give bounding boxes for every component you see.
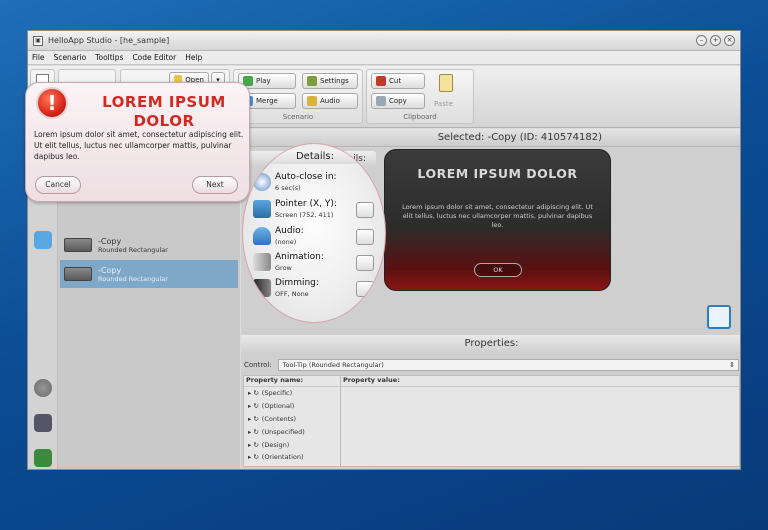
minimize-button[interactable]: – — [696, 35, 707, 46]
ribbon-group-clipboard: Cut Copy Paste Clipboard — [366, 69, 474, 124]
window-title: HelloApp Studio - [he_sample] — [48, 36, 170, 45]
list-item-title: -Copy — [98, 236, 122, 246]
property-row[interactable]: ▸ ↻ (Contents) — [244, 413, 340, 426]
pointer-row: Pointer (X, Y): Screen (752, 411) — [253, 198, 383, 224]
property-grid: Property name: Property value: ▸ ↻ (Speci… — [243, 375, 740, 467]
list-item-subtitle: Rounded Rectangular — [98, 274, 168, 283]
dimming-icon — [253, 279, 271, 297]
clipboard-group-label: Clipboard — [403, 113, 437, 121]
control-select[interactable]: Tool-Tip (Rounded Rectangular) ⇕ — [277, 358, 739, 371]
preview-ok-button[interactable]: OK — [474, 263, 522, 277]
cancel-button[interactable]: Cancel — [35, 176, 81, 194]
music-note-icon — [253, 227, 271, 245]
tooltip-thumbnail — [64, 267, 92, 281]
list-item-title: -Copy — [98, 265, 122, 275]
close-button[interactable]: × — [724, 35, 735, 46]
expand-icon: ▸ ↻ — [248, 402, 259, 411]
pointer-icon — [253, 200, 271, 218]
copy-icon — [376, 96, 386, 106]
menu-tooltips[interactable]: Tooltips — [95, 53, 123, 62]
property-row[interactable]: ▸ ↻ (Design) — [244, 438, 340, 451]
property-value-header: Property value: — [343, 376, 400, 384]
animation-icon — [253, 253, 271, 271]
expand-icon: ▸ ↻ — [248, 440, 259, 449]
details-lens-header: Details: — [259, 150, 371, 164]
next-arrow-icon[interactable] — [707, 305, 731, 329]
menu-code-editor[interactable]: Code Editor — [132, 53, 176, 62]
list-item-selected[interactable]: -Copy Rounded Rectangular — [60, 260, 238, 288]
tutorial-callout: ! LOREM IPSUM DOLOR Lorem ipsum dolor si… — [25, 82, 250, 202]
settings-icon — [307, 76, 317, 86]
cut-button[interactable]: Cut — [371, 73, 425, 89]
preview-body: Lorem ipsum dolor sit amet, consectetur … — [402, 203, 593, 229]
audio-row: Audio: (none) — [253, 225, 383, 251]
list-item-subtitle: Rounded Rectangular — [98, 245, 168, 254]
property-row[interactable]: ▸ ↻ (Specific) — [244, 387, 340, 400]
tooltip-add-icon[interactable] — [34, 231, 52, 249]
menu-bar: File Scenario Tooltips Code Editor Help — [28, 51, 740, 65]
autoclose-row: Auto-close in: 6 sec(s) — [253, 171, 383, 197]
control-label: Control: — [244, 360, 272, 369]
list-item[interactable]: -Copy Rounded Rectangular — [60, 231, 238, 259]
user-icon[interactable] — [34, 414, 52, 432]
copy-button[interactable]: Copy — [371, 93, 425, 109]
control-row: Control: Tool-Tip (Rounded Rectangular) … — [241, 357, 740, 372]
menu-file[interactable]: File — [32, 53, 45, 62]
speaker-icon — [307, 96, 317, 106]
menu-scenario[interactable]: Scenario — [54, 53, 87, 62]
callout-title: LOREM IPSUM DOLOR — [102, 93, 226, 130]
tooltip-thumbnail — [64, 238, 92, 252]
expand-icon: ▸ ↻ — [248, 453, 259, 462]
property-row[interactable]: ▸ ↻ (Unspecified) — [244, 425, 340, 438]
clipboard-icon — [439, 74, 453, 92]
settings-button[interactable]: Settings — [302, 73, 358, 89]
clock-icon — [253, 173, 271, 191]
ribbon-group-scenario: Play Settings Merge Audio Scenario — [233, 69, 363, 124]
maximize-button[interactable]: + — [710, 35, 721, 46]
properties-header: Properties: — [241, 335, 740, 353]
next-button[interactable]: Next — [192, 176, 238, 194]
edit-animation-button[interactable] — [356, 255, 374, 271]
menu-help[interactable]: Help — [185, 53, 202, 62]
chevron-down-icon: ⇕ — [729, 360, 735, 369]
scissors-icon — [376, 76, 386, 86]
expand-icon: ▸ ↻ — [248, 389, 259, 398]
preview-title: LOREM IPSUM DOLOR — [417, 166, 578, 181]
title-bar: ▣ HelloApp Studio - [he_sample] – + × — [28, 31, 740, 51]
property-row[interactable]: ▸ ↻ (Optional) — [244, 400, 340, 413]
audio-button[interactable]: Audio — [302, 93, 358, 109]
animation-row: Animation: Grow — [253, 251, 383, 277]
exit-icon[interactable] — [34, 449, 52, 467]
details-magnifier: Details: Auto-close in: 6 sec(s) Pointer… — [242, 143, 386, 323]
edit-dimming-button[interactable] — [356, 281, 374, 297]
property-name-header: Property name: — [244, 376, 341, 386]
exclamation-icon: ! — [36, 87, 68, 119]
scenario-group-label: Scenario — [282, 113, 314, 121]
tooltip-preview: LOREM IPSUM DOLOR Lorem ipsum dolor sit … — [384, 149, 611, 291]
edit-audio-button[interactable] — [356, 229, 374, 245]
expand-icon: ▸ ↻ — [248, 427, 259, 436]
paste-button[interactable]: Paste — [434, 100, 453, 108]
expand-icon: ▸ ↻ — [248, 414, 259, 423]
app-icon: ▣ — [33, 35, 43, 46]
property-row[interactable]: ▸ ↻ (Orientation) — [244, 451, 340, 464]
callout-body: Lorem ipsum dolor sit amet, consectetur … — [34, 130, 244, 161]
edit-pointer-button[interactable] — [356, 202, 374, 218]
dimming-row: Dimming: OFF, None — [253, 277, 383, 303]
gear-icon[interactable] — [34, 379, 52, 397]
